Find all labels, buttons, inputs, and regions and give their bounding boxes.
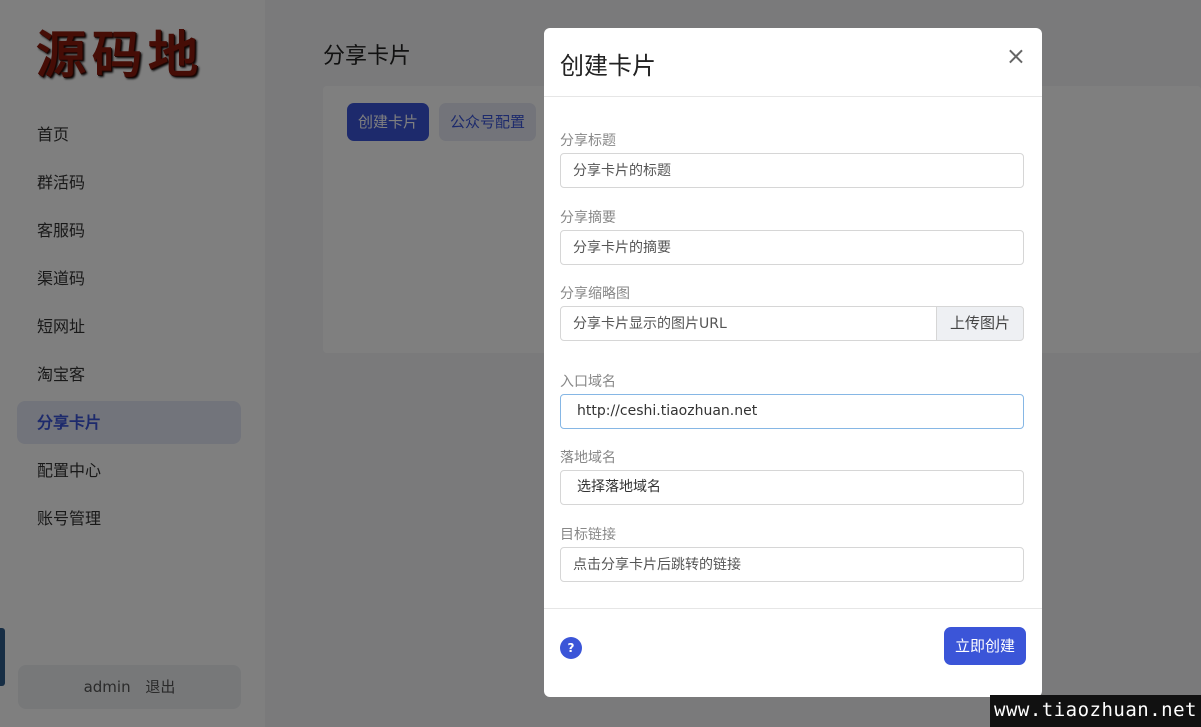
entry-domain-select[interactable]: http://ceshi.tiaozhuan.net: [560, 394, 1024, 429]
share-thumb-group: 上传图片: [560, 306, 1024, 341]
share-thumb-label: 分享缩略图: [560, 286, 630, 302]
share-title-input[interactable]: [560, 153, 1024, 188]
share-title-label: 分享标题: [560, 133, 616, 149]
modal-title: 创建卡片: [560, 52, 656, 80]
submit-create-button[interactable]: 立即创建: [943, 627, 1026, 665]
create-card-modal: 创建卡片 × 分享标题 分享摘要 分享缩略图 上传图片 入口域名 http://…: [544, 28, 1042, 697]
landing-domain-label: 落地域名: [560, 450, 616, 466]
help-icon[interactable]: ?: [560, 637, 582, 659]
share-summary-input[interactable]: [560, 230, 1024, 265]
watermark: www.tiaozhuan.net: [990, 695, 1201, 727]
share-summary-label: 分享摘要: [560, 210, 616, 226]
share-thumb-input[interactable]: [560, 306, 937, 341]
entry-domain-label: 入口域名: [560, 374, 616, 390]
modal-header: 创建卡片 ×: [544, 28, 1042, 97]
modal-footer: ? 立即创建: [544, 608, 1042, 698]
target-link-label: 目标链接: [560, 527, 616, 543]
landing-domain-select[interactable]: 选择落地域名: [560, 470, 1024, 505]
upload-image-button[interactable]: 上传图片: [936, 306, 1024, 341]
close-icon[interactable]: ×: [1006, 43, 1026, 69]
target-link-input[interactable]: [560, 547, 1024, 582]
